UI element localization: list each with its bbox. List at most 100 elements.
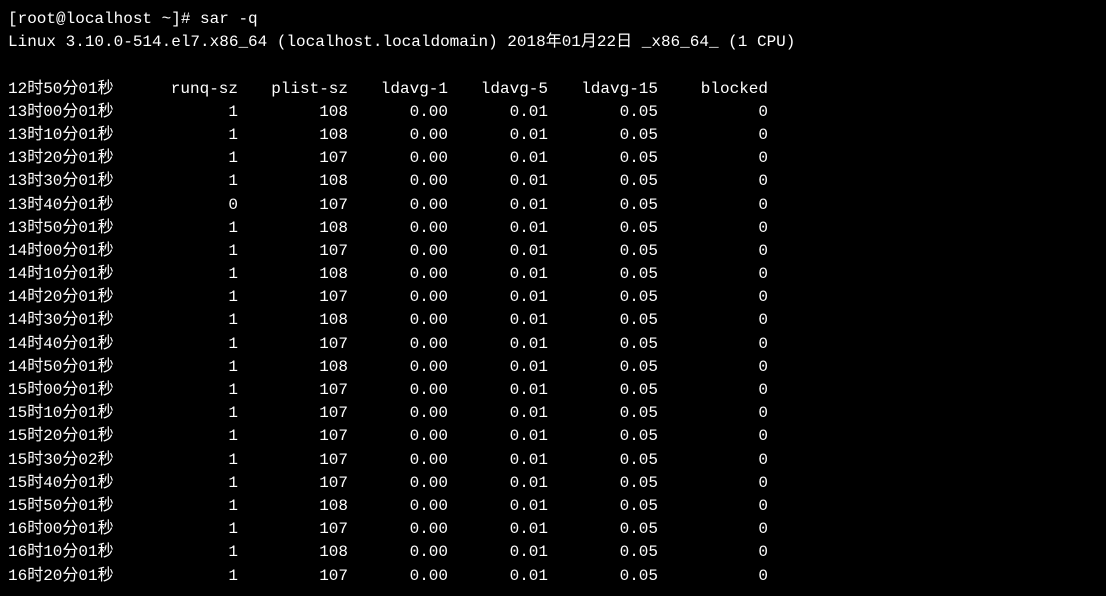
cell-plist: 108 (238, 217, 348, 240)
table-row: 14时30分01秒11080.000.010.050 (8, 309, 1098, 332)
cell-runq: 1 (138, 286, 238, 309)
cell-blocked: 0 (658, 379, 768, 402)
table-row: 14时40分01秒11070.000.010.050 (8, 333, 1098, 356)
table-header-row: 12时50分01秒 runq-sz plist-sz ldavg-1 ldavg… (8, 78, 1098, 101)
cell-ldavg5: 0.01 (448, 147, 548, 170)
cell-ldavg15: 0.05 (548, 194, 658, 217)
cell-time: 16时20分01秒 (8, 565, 138, 588)
cell-ldavg5: 0.01 (448, 379, 548, 402)
table-row: 14时00分01秒11070.000.010.050 (8, 240, 1098, 263)
table-row: 13时50分01秒11080.000.010.050 (8, 217, 1098, 240)
table-body: 13时00分01秒11080.000.010.05013时10分01秒11080… (8, 101, 1098, 588)
command-prompt: [root@localhost ~]# sar -q (8, 8, 1098, 31)
cell-time: 15时20分01秒 (8, 425, 138, 448)
cell-ldavg1: 0.00 (348, 472, 448, 495)
cell-time: 13时20分01秒 (8, 147, 138, 170)
date-info: 2018年01月22日 (507, 33, 632, 51)
cell-plist: 108 (238, 124, 348, 147)
cell-ldavg5: 0.01 (448, 356, 548, 379)
cell-blocked: 0 (658, 402, 768, 425)
system-info-line: Linux 3.10.0-514.el7.x86_64 (localhost.l… (8, 31, 1098, 54)
header-time: 12时50分01秒 (8, 78, 138, 101)
cell-ldavg1: 0.00 (348, 356, 448, 379)
cell-runq: 1 (138, 379, 238, 402)
cell-ldavg1: 0.00 (348, 124, 448, 147)
table-row: 15时00分01秒11070.000.010.050 (8, 379, 1098, 402)
cell-blocked: 0 (658, 194, 768, 217)
cell-ldavg5: 0.01 (448, 170, 548, 193)
arch-info: _x86_64_ (642, 33, 719, 51)
table-row: 14时10分01秒11080.000.010.050 (8, 263, 1098, 286)
cell-ldavg5: 0.01 (448, 217, 548, 240)
cell-plist: 107 (238, 449, 348, 472)
cell-ldavg15: 0.05 (548, 333, 658, 356)
header-blocked: blocked (658, 78, 768, 101)
cell-time: 14时30分01秒 (8, 309, 138, 332)
cell-plist: 108 (238, 356, 348, 379)
cell-ldavg15: 0.05 (548, 472, 658, 495)
cell-blocked: 0 (658, 101, 768, 124)
cell-ldavg5: 0.01 (448, 194, 548, 217)
cell-plist: 108 (238, 541, 348, 564)
cell-runq: 1 (138, 402, 238, 425)
cell-ldavg15: 0.05 (548, 541, 658, 564)
cell-runq: 1 (138, 472, 238, 495)
cell-ldavg5: 0.01 (448, 518, 548, 541)
cell-ldavg5: 0.01 (448, 240, 548, 263)
cell-ldavg1: 0.00 (348, 541, 448, 564)
cell-ldavg5: 0.01 (448, 495, 548, 518)
cpu-info: (1 CPU) (728, 33, 795, 51)
command-text: sar -q (200, 10, 258, 28)
cell-ldavg15: 0.05 (548, 565, 658, 588)
cell-ldavg5: 0.01 (448, 309, 548, 332)
cell-plist: 107 (238, 402, 348, 425)
cell-ldavg15: 0.05 (548, 147, 658, 170)
cell-runq: 1 (138, 356, 238, 379)
header-plist: plist-sz (238, 78, 348, 101)
cell-ldavg1: 0.00 (348, 379, 448, 402)
cell-ldavg15: 0.05 (548, 309, 658, 332)
cell-plist: 108 (238, 309, 348, 332)
cell-ldavg5: 0.01 (448, 472, 548, 495)
cell-time: 16时10分01秒 (8, 541, 138, 564)
cell-time: 14时10分01秒 (8, 263, 138, 286)
cell-ldavg1: 0.00 (348, 240, 448, 263)
cell-runq: 1 (138, 240, 238, 263)
cell-plist: 108 (238, 170, 348, 193)
cell-time: 13时10分01秒 (8, 124, 138, 147)
cell-ldavg5: 0.01 (448, 333, 548, 356)
cell-runq: 1 (138, 309, 238, 332)
cell-ldavg1: 0.00 (348, 263, 448, 286)
cell-runq: 1 (138, 217, 238, 240)
kernel-info: Linux 3.10.0-514.el7.x86_64 (localhost.l… (8, 33, 498, 51)
table-row: 13时20分01秒11070.000.010.050 (8, 147, 1098, 170)
table-row: 13时10分01秒11080.000.010.050 (8, 124, 1098, 147)
cell-plist: 107 (238, 286, 348, 309)
cell-time: 16时00分01秒 (8, 518, 138, 541)
cell-ldavg5: 0.01 (448, 286, 548, 309)
cell-time: 15时10分01秒 (8, 402, 138, 425)
table-row: 16时10分01秒11080.000.010.050 (8, 541, 1098, 564)
cell-ldavg1: 0.00 (348, 147, 448, 170)
header-ldavg15: ldavg-15 (548, 78, 658, 101)
cell-ldavg1: 0.00 (348, 402, 448, 425)
cell-ldavg15: 0.05 (548, 425, 658, 448)
cell-plist: 107 (238, 379, 348, 402)
cell-ldavg15: 0.05 (548, 518, 658, 541)
cell-ldavg1: 0.00 (348, 170, 448, 193)
cell-blocked: 0 (658, 356, 768, 379)
cell-ldavg15: 0.05 (548, 449, 658, 472)
cell-time: 13时50分01秒 (8, 217, 138, 240)
cell-runq: 1 (138, 541, 238, 564)
cell-time: 15时00分01秒 (8, 379, 138, 402)
header-runq: runq-sz (138, 78, 238, 101)
cell-ldavg1: 0.00 (348, 194, 448, 217)
table-row: 15时20分01秒11070.000.010.050 (8, 425, 1098, 448)
cell-plist: 107 (238, 425, 348, 448)
cell-blocked: 0 (658, 170, 768, 193)
cell-ldavg15: 0.05 (548, 240, 658, 263)
cell-plist: 107 (238, 472, 348, 495)
table-row: 15时30分02秒11070.000.010.050 (8, 449, 1098, 472)
cell-blocked: 0 (658, 309, 768, 332)
cell-plist: 107 (238, 194, 348, 217)
